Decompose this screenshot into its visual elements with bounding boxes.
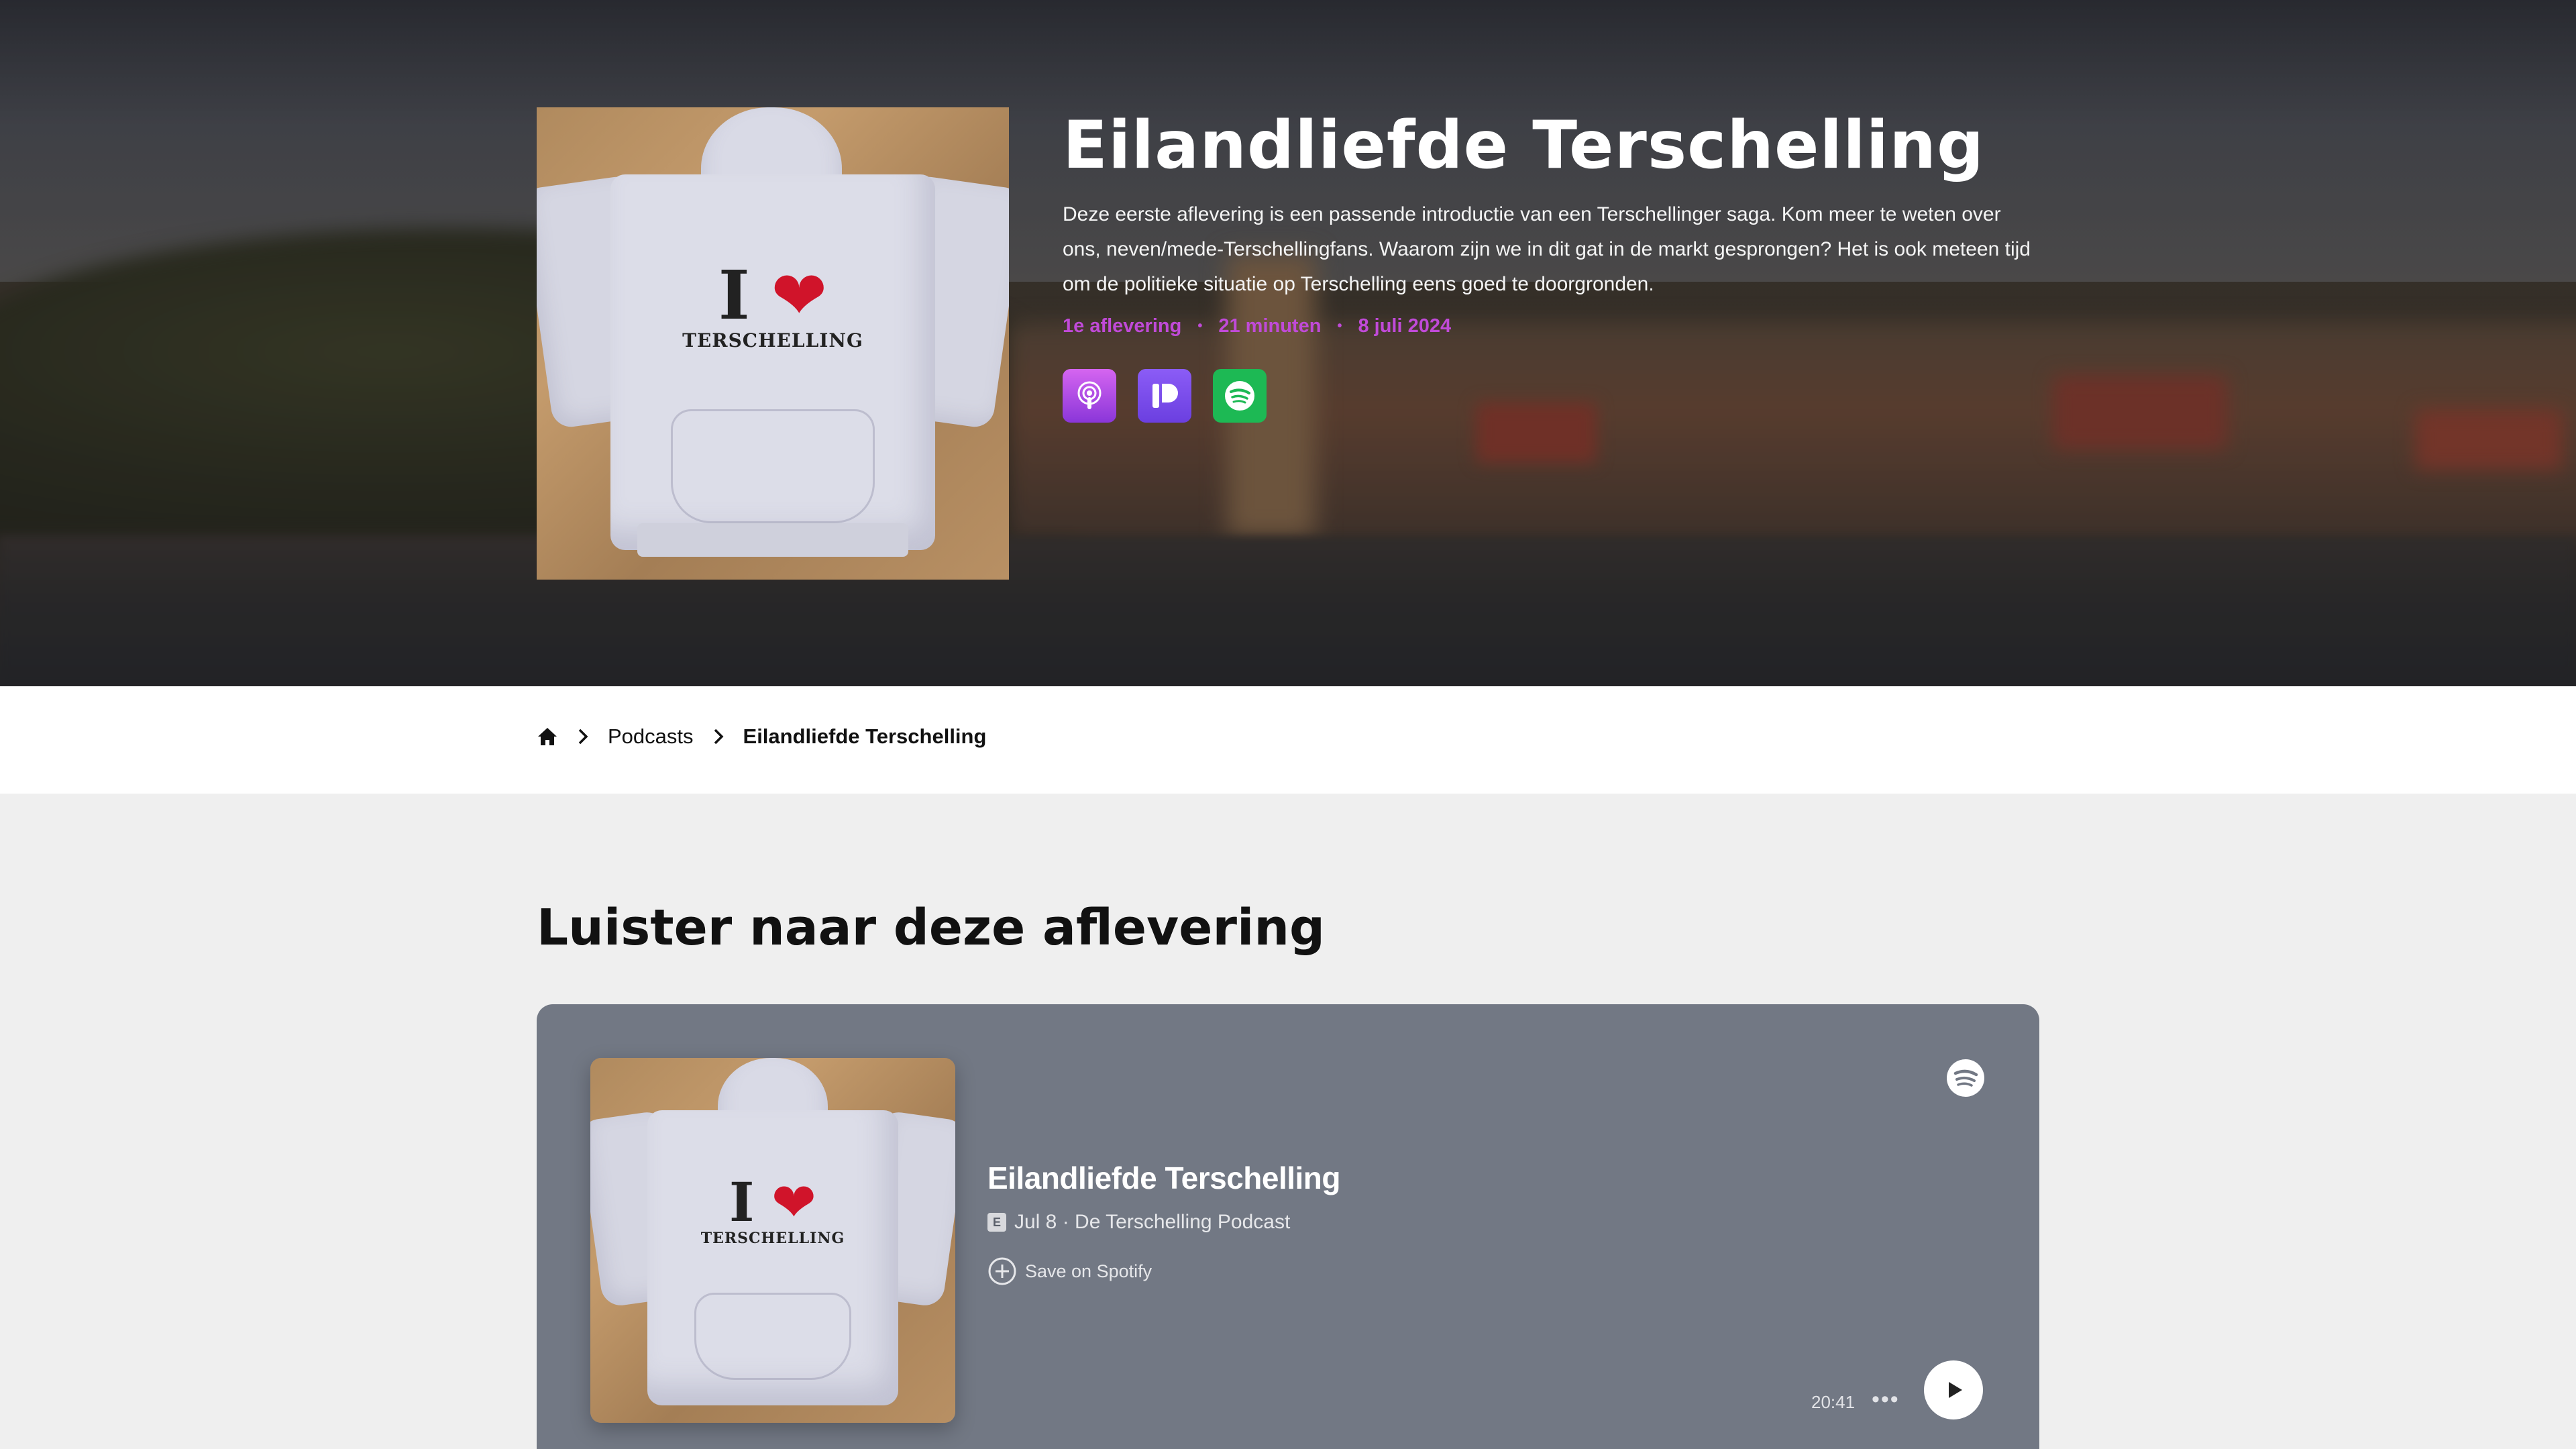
print-word: TERSCHELLING: [700, 1230, 845, 1247]
heart-icon: ❤: [771, 1171, 816, 1234]
chevron-right-icon: [578, 729, 588, 745]
breadcrumb-current: Eilandliefde Terschelling: [743, 724, 987, 748]
episode-number: 1e aflevering: [1063, 315, 1182, 337]
play-icon: [1949, 1382, 1962, 1398]
embed-cover-image: I ❤ TERSCHELLING: [590, 1058, 955, 1423]
more-options-button[interactable]: •••: [1872, 1387, 1900, 1413]
spotify-icon: [1225, 381, 1254, 411]
embed-duration: 20:41: [1811, 1392, 1856, 1412]
episode-duration: 21 minuten: [1218, 315, 1322, 337]
print-letter: I: [718, 256, 750, 335]
embed-date-show: Jul 8 · De Terschelling Podcast: [1014, 1211, 1291, 1233]
add-circle-icon: [988, 1257, 1016, 1285]
meta-separator: •: [1337, 319, 1342, 333]
embed-episode-subtitle: E Jul 8 · De Terschelling Podcast: [987, 1211, 1290, 1234]
podbean-icon: [1152, 384, 1178, 408]
episode-date: 8 juli 2024: [1358, 315, 1452, 337]
meta-separator: •: [1197, 319, 1203, 333]
page-title: Eilandliefde Terschelling: [1063, 107, 1985, 184]
save-label: Save on Spotify: [1025, 1260, 1152, 1281]
breadcrumb: Podcasts Eilandliefde Terschelling: [537, 724, 986, 749]
spotify-logo-link[interactable]: [1945, 1058, 1986, 1098]
section-title: Luister naar deze aflevering: [537, 899, 1325, 957]
spotify-embed-player: I ❤ TERSCHELLING Eilandliefde Terschelli…: [537, 1004, 2039, 1449]
episode-meta: 1e aflevering • 21 minuten • 8 juli 2024: [1063, 315, 1451, 337]
apple-podcasts-link[interactable]: [1063, 369, 1116, 423]
episode-description: Deze eerste aflevering is een passende i…: [1063, 203, 2031, 295]
breadcrumb-bar: Podcasts Eilandliefde Terschelling: [0, 686, 2576, 794]
embed-episode-title[interactable]: Eilandliefde Terschelling: [987, 1160, 1341, 1196]
play-button[interactable]: [1924, 1360, 1983, 1419]
save-on-spotify-button[interactable]: Save on Spotify: [987, 1256, 1152, 1286]
home-icon: [538, 728, 557, 745]
print-word: TERSCHELLING: [682, 329, 863, 352]
podbean-link[interactable]: [1138, 369, 1191, 423]
hero-overlay: [0, 0, 2576, 686]
breadcrumb-podcasts[interactable]: Podcasts: [608, 724, 694, 749]
spotify-link[interactable]: [1213, 369, 1267, 423]
hero-banner: I ❤ TERSCHELLING Eilandliefde Terschelli…: [0, 0, 2576, 686]
episode-cover-image: I ❤ TERSCHELLING: [537, 107, 1009, 580]
print-letter: I: [729, 1171, 755, 1234]
chevron-right-icon: [714, 729, 723, 745]
platform-links: [1063, 369, 1267, 423]
explicit-badge: E: [987, 1213, 1006, 1232]
apple-podcasts-icon: [1077, 381, 1102, 409]
spotify-icon: [1947, 1059, 1984, 1097]
heart-icon: ❤: [771, 256, 828, 335]
home-link[interactable]: [537, 727, 558, 747]
